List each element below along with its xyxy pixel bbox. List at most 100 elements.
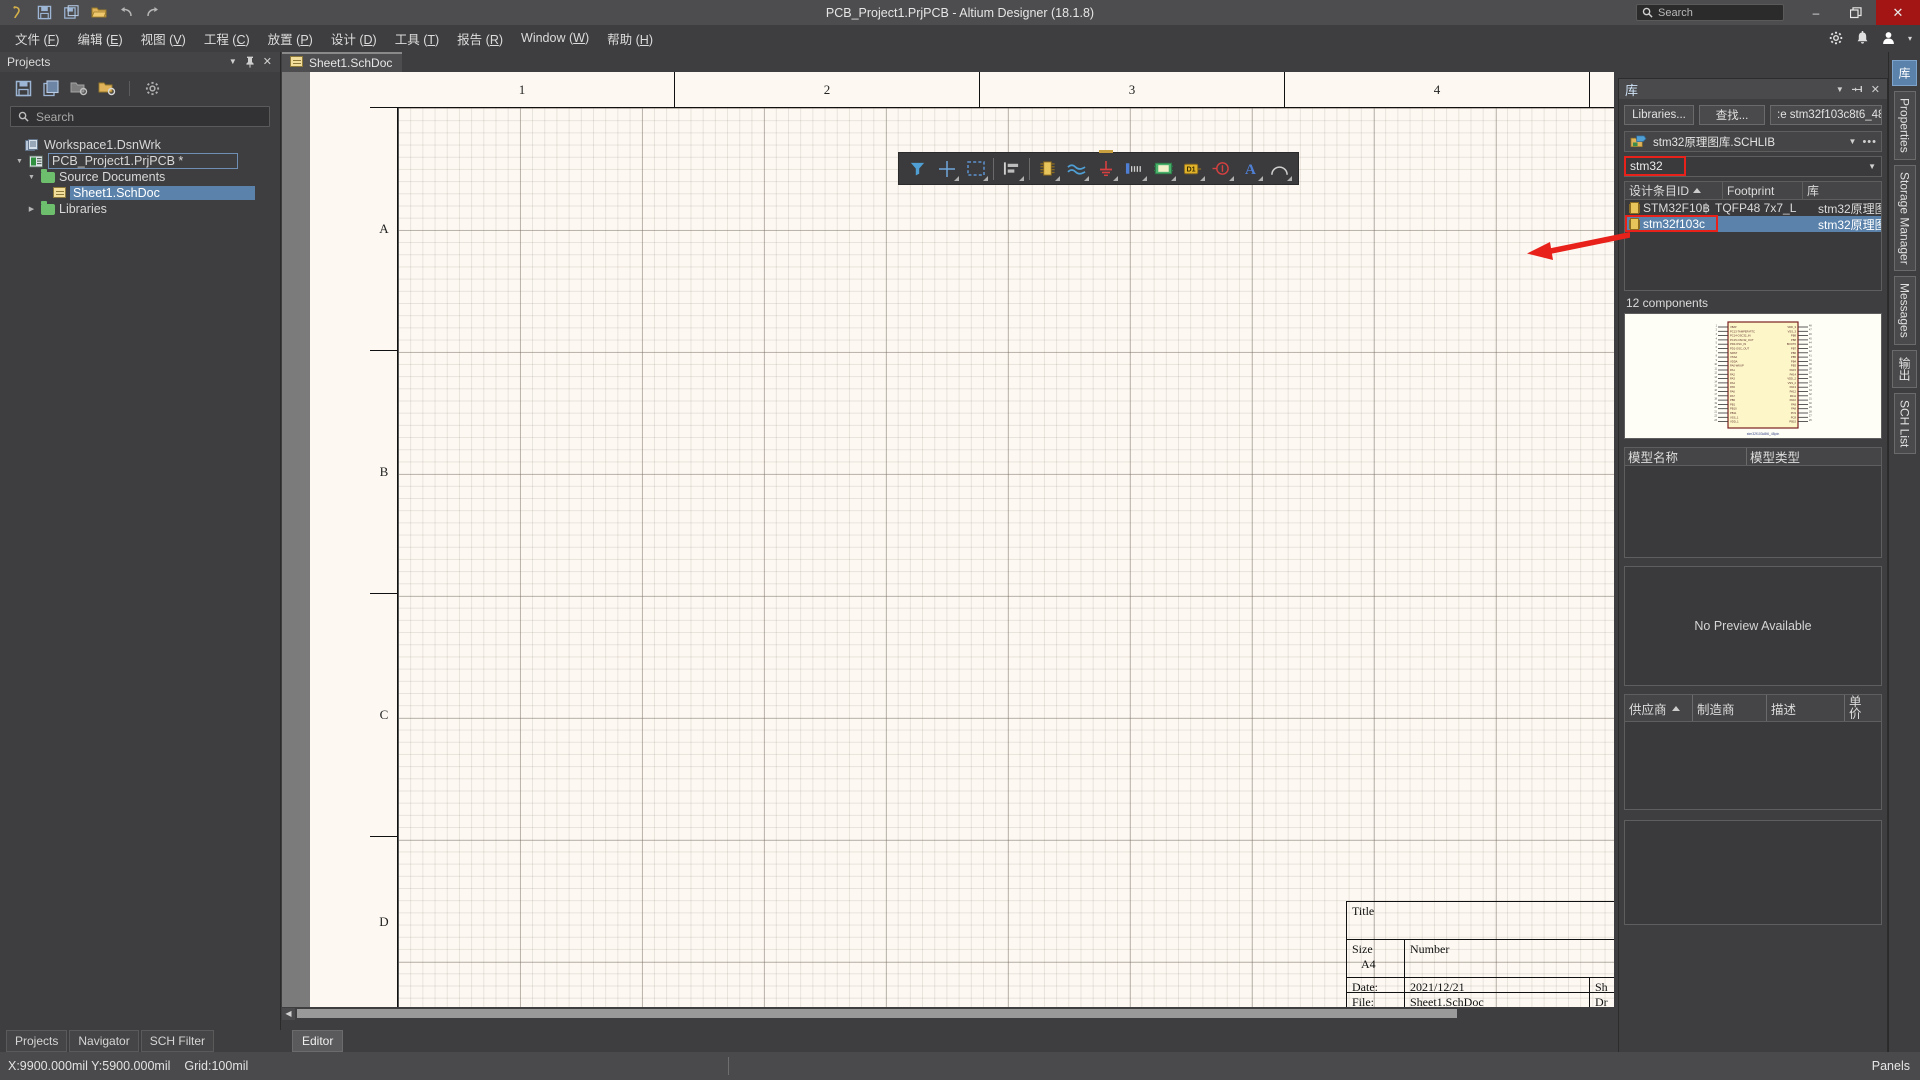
column-header-manufacturer[interactable]: 制造商 [1693, 695, 1767, 721]
column-header-unit-price[interactable]: 单价 [1845, 695, 1881, 721]
restore-button[interactable] [1836, 0, 1876, 25]
place-designator-icon[interactable]: D1 [1178, 154, 1207, 183]
crosshair-place-icon[interactable] [932, 154, 961, 183]
menu-reports[interactable]: 报告 (R) [448, 26, 512, 51]
vtab-output[interactable]: 输出 [1892, 350, 1917, 389]
filter-icon[interactable] [903, 154, 932, 183]
tree-item-source-documents[interactable]: ▼ Source Documents [0, 168, 280, 185]
vtab-sch-list[interactable]: SCH List [1893, 393, 1916, 455]
place-arc-icon[interactable] [1265, 154, 1294, 183]
altium-logo-icon[interactable] [8, 3, 27, 22]
tree-item-workspace[interactable]: Workspace1.DsnWrk [0, 137, 280, 153]
minimize-button[interactable]: – [1796, 0, 1836, 25]
open-folder-icon[interactable] [89, 3, 108, 22]
menu-edit[interactable]: 编辑 (E) [68, 26, 131, 51]
copy-project-icon[interactable] [42, 79, 60, 97]
undo-icon[interactable] [116, 3, 135, 22]
place-gnd-power-icon[interactable] [1091, 154, 1120, 183]
component-filter-field[interactable]: stm32 ▼ [1624, 156, 1882, 177]
align-icon[interactable] [997, 154, 1026, 183]
projects-search-input[interactable]: Search [10, 106, 270, 127]
tab-projects[interactable]: Projects [6, 1030, 68, 1052]
tab-sch-filter[interactable]: SCH Filter [140, 1030, 215, 1052]
chevron-down-icon[interactable]: ▼ [1868, 162, 1876, 171]
save-all-icon[interactable] [62, 3, 81, 22]
twisty-expanded-icon[interactable]: ▼ [14, 158, 25, 165]
component-row[interactable]: stm32f103c stm32原理图库 [1625, 216, 1881, 232]
place-part-icon[interactable] [1033, 154, 1062, 183]
column-header-description[interactable]: 描述 [1767, 695, 1845, 721]
component-row[interactable]: STM32F10฿ TQFP48 7x7_L stm32原理图库 [1625, 200, 1881, 216]
panels-button[interactable]: Panels [1872, 1059, 1910, 1073]
library-more-options-icon[interactable]: ••• [1862, 136, 1877, 148]
menu-view[interactable]: 视图 (V) [132, 26, 195, 51]
menu-design[interactable]: 设计 (D) [322, 26, 386, 51]
vtab-library[interactable]: 库 [1892, 60, 1917, 86]
document-tab-sheet1[interactable]: Sheet1.SchDoc [282, 52, 403, 72]
place-text-icon[interactable]: A [1236, 154, 1265, 183]
canvas-horizontal-scrollbar[interactable]: ◀ [282, 1007, 1614, 1020]
place-sheet-symbol-icon[interactable] [1149, 154, 1178, 183]
menu-help[interactable]: 帮助 (H) [598, 26, 662, 51]
menu-project[interactable]: 工程 (C) [195, 26, 259, 51]
rectangle-select-icon[interactable] [961, 154, 990, 183]
column-header-footprint[interactable]: Footprint [1723, 182, 1803, 199]
bell-icon[interactable] [1856, 31, 1869, 45]
menu-tools[interactable]: 工具 (T) [386, 26, 448, 51]
library-selector-combo[interactable]: stm32原理图库.SCHLIB ▼ ••• [1624, 131, 1882, 152]
supplier-table-body[interactable] [1624, 722, 1882, 810]
libraries-button[interactable]: Libraries... [1624, 105, 1694, 125]
scrollbar-thumb[interactable] [297, 1009, 1457, 1018]
menu-file[interactable]: 文件 (F) [6, 26, 68, 51]
panel-dropdown-icon[interactable]: ▼ [1832, 85, 1848, 94]
open-project-icon[interactable] [70, 79, 88, 97]
column-header-design-item-id[interactable]: 设计条目ID [1625, 182, 1723, 199]
number-label: Number [1410, 942, 1450, 956]
vtab-properties[interactable]: Properties [1893, 91, 1916, 160]
toolbar-drag-handle[interactable] [1098, 150, 1113, 153]
column-header-model-type[interactable]: 模型类型 [1747, 448, 1881, 465]
close-icon[interactable]: ✕ [1867, 83, 1884, 96]
save-icon[interactable] [35, 3, 54, 22]
tree-item-sheet1-schdoc[interactable]: Sheet1.SchDoc [0, 185, 280, 201]
tree-item-libraries[interactable]: ▶ Libraries [0, 200, 280, 217]
project-options-icon[interactable] [143, 79, 161, 97]
panel-dropdown-icon[interactable]: ▼ [225, 58, 241, 66]
chevron-down-icon[interactable]: ▼ [1849, 137, 1857, 146]
save-project-icon[interactable] [14, 79, 32, 97]
schematic-canvas[interactable]: 1 2 3 4 A B C D Title Size A4 Number Dat… [282, 72, 1614, 1007]
column-header-model-name[interactable]: 模型名称 [1625, 448, 1747, 465]
model-table-body[interactable] [1624, 466, 1882, 558]
close-button[interactable]: ✕ [1876, 0, 1920, 25]
supplier-detail-area[interactable] [1624, 820, 1882, 925]
global-search-input[interactable]: Search [1636, 4, 1784, 21]
menu-place[interactable]: 放置 (P) [259, 26, 322, 51]
svg-text:stm32f103c8t6_48pin: stm32f103c8t6_48pin [1747, 432, 1780, 436]
column-header-supplier[interactable]: 供应商 [1625, 695, 1693, 721]
tree-item-pcb-project[interactable]: ▼ PCB_Project1.PrjPCB * [0, 153, 280, 169]
user-account-icon[interactable] [1882, 31, 1895, 45]
search-button[interactable]: 查找... [1699, 105, 1765, 125]
twisty-collapsed-icon[interactable]: ▶ [26, 205, 37, 213]
vtab-storage-manager[interactable]: Storage Manager [1893, 164, 1916, 272]
place-component-button[interactable]: :e stm32f103c8t6_48 [1770, 105, 1882, 125]
twisty-expanded-icon[interactable]: ▼ [26, 174, 37, 181]
vtab-messages[interactable]: Messages [1893, 276, 1916, 346]
place-port-icon[interactable] [1120, 154, 1149, 183]
pin-icon[interactable] [1848, 84, 1867, 95]
place-wire-icon[interactable] [1062, 154, 1091, 183]
chevron-down-icon[interactable]: ▾ [1908, 34, 1912, 43]
menu-window[interactable]: Window (W) [512, 28, 598, 48]
schematic-sheet[interactable]: 1 2 3 4 A B C D Title Size A4 Number Dat… [310, 72, 1614, 1007]
place-no-erc-icon[interactable] [1207, 154, 1236, 183]
column-header-library[interactable]: 库 [1803, 182, 1881, 199]
redo-icon[interactable] [143, 3, 162, 22]
tab-editor[interactable]: Editor [292, 1030, 344, 1052]
scroll-left-arrow[interactable]: ◀ [282, 1007, 295, 1020]
add-to-project-icon[interactable] [98, 79, 116, 97]
pin-icon[interactable] [241, 56, 259, 68]
tab-navigator[interactable]: Navigator [69, 1030, 139, 1052]
close-icon[interactable]: ✕ [259, 56, 276, 68]
component-list[interactable]: 设计条目ID Footprint 库 STM32F10฿ TQFP48 7x7_… [1624, 181, 1882, 291]
gear-icon[interactable] [1829, 31, 1843, 45]
